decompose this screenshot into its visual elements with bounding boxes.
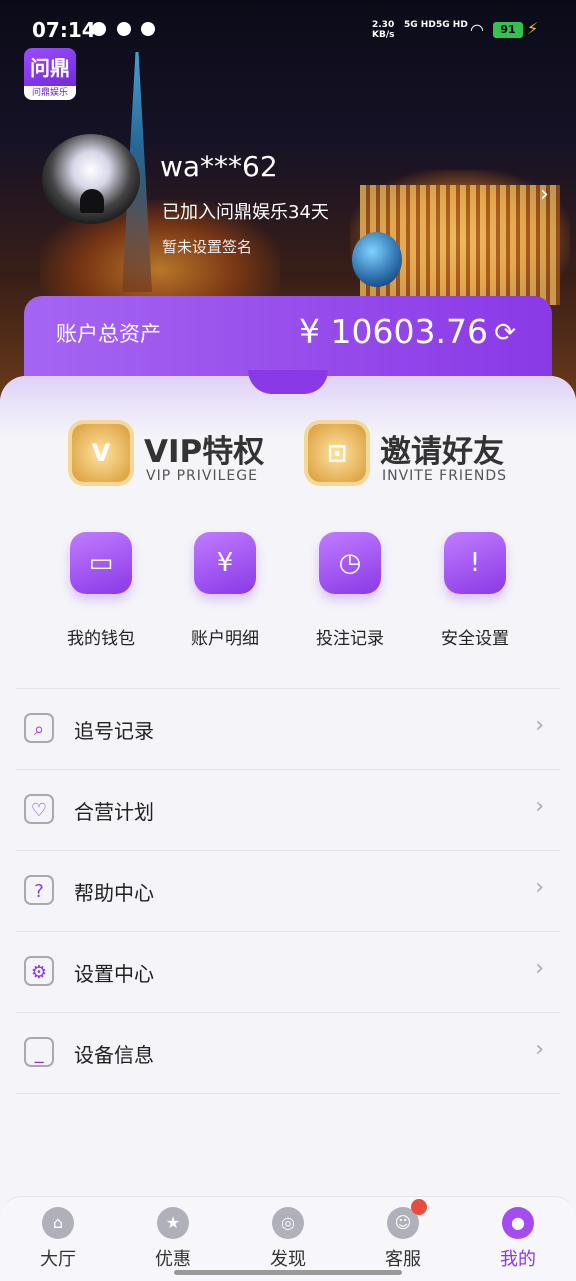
message-icon <box>117 22 131 36</box>
promo-title: 邀请好友 <box>380 434 504 470</box>
wallet-icon: ▭ <box>70 532 132 594</box>
wallet-button[interactable]: ▭ 我的钱包 <box>46 532 156 649</box>
bet-record-icon: ◷ <box>319 532 381 594</box>
promo-star-icon: ★ <box>157 1207 189 1239</box>
wechat-icon <box>92 22 106 36</box>
network-speed: 2.30 KB/s <box>372 20 395 40</box>
menu-label: 合营计划 <box>74 800 154 824</box>
chevron-right-icon: › <box>535 956 544 981</box>
search-record-icon: ⌕ <box>24 713 54 743</box>
menu-label: 追号记录 <box>74 719 154 743</box>
tab-lobby[interactable]: ⌂ 大厅 <box>18 1207 98 1271</box>
username: wa***62 <box>160 150 278 183</box>
joined-days: 已加入问鼎娱乐34天 <box>162 202 329 223</box>
logo-subtext: 问鼎娱乐 <box>24 86 76 100</box>
menu-item-settings[interactable]: ⚙ 设置中心 › <box>16 931 560 1012</box>
menu-list: ⌕ 追号记录 › ♡ 合营计划 › ? 帮助中心 › ⚙ 设置中心 › _ 设备… <box>16 688 560 1094</box>
invite-friends-button[interactable]: ⊡ 邀请好友 INVITE FRIENDS <box>308 424 528 494</box>
menu-label: 设备信息 <box>74 1043 154 1067</box>
security-shield-icon: ! <box>444 532 506 594</box>
charging-icon: ⚡ <box>527 19 539 38</box>
chevron-right-icon: › <box>535 794 544 819</box>
promo-title: VIP特权 <box>144 434 265 470</box>
tab-label: 客服 <box>385 1249 421 1270</box>
help-icon: ? <box>24 875 54 905</box>
compass-icon: ◎ <box>272 1207 304 1239</box>
signature[interactable]: 暂未设置签名 <box>162 236 252 257</box>
menu-item-device-info[interactable]: _ 设备信息 › <box>16 1012 560 1094</box>
panel-notch <box>248 370 328 394</box>
quick-label: 账户明细 <box>191 629 259 649</box>
tab-label: 优惠 <box>155 1249 191 1270</box>
tab-support[interactable]: ☺ 客服 <box>363 1199 443 1271</box>
profile-icon: ● <box>502 1207 534 1239</box>
battery-indicator: 91 <box>493 22 523 38</box>
bet-record-button[interactable]: ◷ 投注记录 <box>295 532 405 649</box>
home-icon: ⌂ <box>42 1207 74 1239</box>
statement-icon: ¥ <box>194 532 256 594</box>
balloon-image <box>352 232 402 287</box>
quick-label: 投注记录 <box>316 629 384 649</box>
signal-1: 5G HD <box>404 20 436 30</box>
promo-subtitle: INVITE FRIENDS <box>382 468 508 484</box>
chevron-right-icon: › <box>535 875 544 900</box>
tab-discover[interactable]: ◎ 发现 <box>248 1207 328 1271</box>
menu-label: 帮助中心 <box>74 881 154 905</box>
wifi-icon: ◠ <box>470 20 484 39</box>
status-bar: 07:14 2.30 KB/s 5G HD 5G HD ◠ 91 ⚡ <box>0 0 576 60</box>
notification-dot <box>411 1199 427 1215</box>
meditation-figure-icon <box>80 189 104 213</box>
signal-2: 5G HD <box>436 20 468 30</box>
quick-label: 我的钱包 <box>67 629 135 649</box>
avatar[interactable] <box>42 134 140 224</box>
device-icon: _ <box>24 1037 54 1067</box>
tab-label: 我的 <box>500 1249 536 1270</box>
home-indicator[interactable] <box>174 1270 402 1275</box>
security-settings-button[interactable]: ! 安全设置 <box>420 532 530 649</box>
status-time: 07:14 <box>32 18 96 42</box>
asset-amount: ¥ 10603.76 <box>299 312 488 351</box>
vip-privilege-button[interactable]: V VIP特权 VIP PRIVILEGE <box>72 424 292 494</box>
app-logo: 问鼎 问鼎娱乐 <box>24 48 76 100</box>
chevron-right-icon: › <box>535 1037 544 1062</box>
chevron-right-icon: › <box>535 713 544 738</box>
menu-item-partner-plan[interactable]: ♡ 合营计划 › <box>16 769 560 850</box>
partner-heart-icon: ♡ <box>24 794 54 824</box>
bottom-tab-bar: ⌂ 大厅 ★ 优惠 ◎ 发现 ☺ 客服 ● 我的 <box>0 1196 576 1281</box>
tab-label: 发现 <box>270 1249 306 1270</box>
tab-label: 大厅 <box>40 1249 76 1270</box>
invite-badge-icon: ⊡ <box>308 424 366 482</box>
menu-label: 设置中心 <box>74 962 154 986</box>
asset-label: 账户总资产 <box>56 322 161 346</box>
tab-promotions[interactable]: ★ 优惠 <box>133 1207 213 1271</box>
quick-label: 安全设置 <box>441 629 509 649</box>
logo-text: 问鼎 <box>30 56 70 80</box>
statement-button[interactable]: ¥ 账户明细 <box>170 532 280 649</box>
profile-chevron-right-icon[interactable]: › <box>540 182 549 207</box>
check-icon <box>141 22 155 36</box>
menu-item-help-center[interactable]: ? 帮助中心 › <box>16 850 560 931</box>
promo-subtitle: VIP PRIVILEGE <box>146 468 258 484</box>
refresh-icon[interactable]: ⟳ <box>494 318 516 348</box>
menu-item-chase-records[interactable]: ⌕ 追号记录 › <box>16 688 560 769</box>
vip-badge-icon: V <box>72 424 130 482</box>
settings-gear-icon: ⚙ <box>24 956 54 986</box>
tab-mine[interactable]: ● 我的 <box>478 1207 558 1271</box>
